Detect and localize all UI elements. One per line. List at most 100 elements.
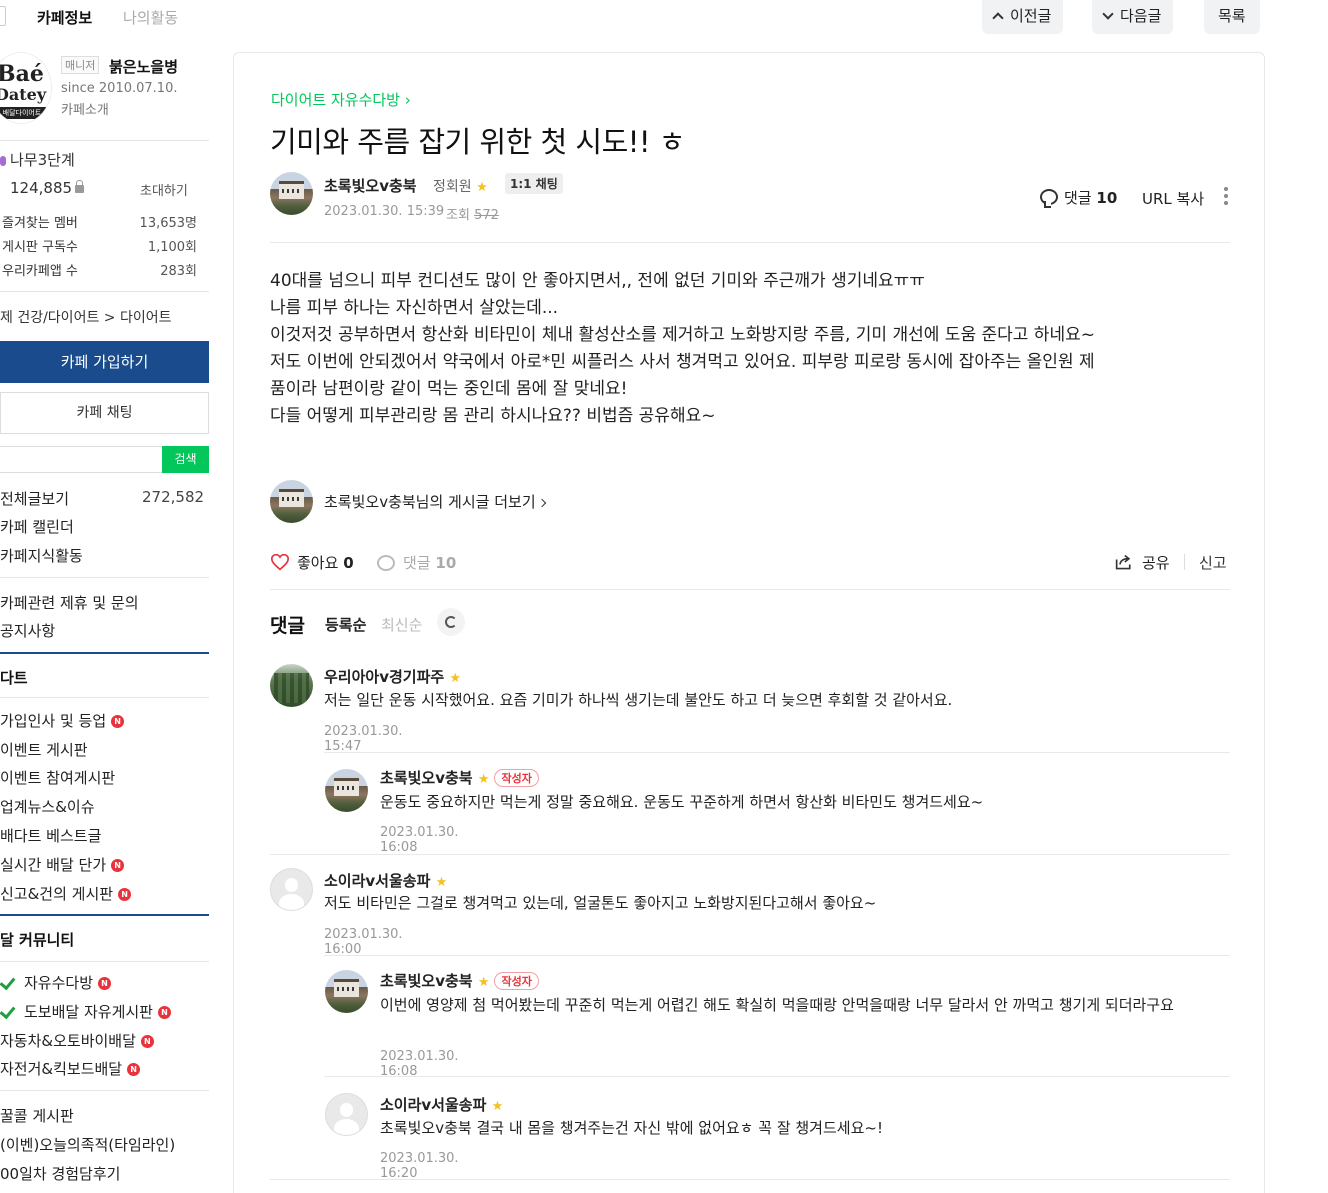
tab-cafe-info[interactable]: 카페정보 [37, 7, 92, 28]
writer-badge: 작성자 [494, 972, 539, 990]
menu-best-posts[interactable]: 배다트 베스트글 [0, 825, 101, 846]
comments-title: 댓글 [270, 615, 305, 637]
cafe-search-input[interactable] [0, 446, 163, 473]
menu-free-talk[interactable]: 자유수다방 N [0, 972, 112, 993]
divider [270, 854, 1230, 855]
cafe-since: since 2010.07.10. [61, 81, 178, 96]
one-to-one-chat-button[interactable]: 1:1 채팅 [505, 173, 563, 194]
commenter-avatar[interactable] [270, 664, 313, 707]
menu-event-board[interactable]: 이벤트 게시판 [0, 739, 88, 760]
menu-car-motorbike[interactable]: 자동차&오토바이배달 N [0, 1030, 154, 1051]
comment-text: 저는 일단 운동 시작했어요. 요즘 기미가 하나씩 생기는데 불안도 하고 더… [324, 691, 953, 709]
post-date: 2023.01.30. 15:39 [324, 204, 445, 219]
menu-knowledge[interactable]: 카페지식활동 [0, 545, 83, 566]
comment-inline-link[interactable]: 댓글 10 [377, 552, 456, 573]
cafe-search-button[interactable]: 검색 [162, 446, 209, 473]
divider [324, 752, 1230, 753]
comment-text: 운동도 중요하지만 먹는게 정말 중요해요. 운동도 꾸준하게 하면서 항산화 … [380, 793, 984, 811]
divider [270, 589, 1230, 590]
new-badge-icon: N [127, 1063, 141, 1076]
cafe-intro-link[interactable]: 카페소개 [61, 99, 109, 118]
divider [0, 291, 209, 292]
menu-walk-delivery[interactable]: 도보배달 자유게시판 N [0, 1001, 171, 1022]
author-name[interactable]: 초록빛오v충북 [324, 175, 417, 196]
divider [270, 242, 1230, 243]
comment-time: 2023.01.30. 15:47 [324, 724, 403, 754]
board-link[interactable]: 다이어트 자유수다방 › [271, 89, 411, 110]
menu-greetings[interactable]: 가입인사 및 등업 N [0, 710, 125, 731]
author-rank: 정회원 ★ [433, 179, 488, 195]
chevron-down-icon [1102, 8, 1114, 20]
manager-badge: 매니저 [61, 56, 100, 74]
comment-bubble-icon [377, 555, 395, 571]
commenter-avatar[interactable] [325, 1093, 368, 1136]
divider [0, 1090, 209, 1091]
check-icon [0, 975, 16, 989]
sort-registered[interactable]: 등록순 [325, 614, 366, 635]
list-button[interactable]: 목록 [1204, 0, 1260, 34]
author-avatar-small[interactable] [270, 480, 313, 523]
check-icon [0, 1004, 16, 1018]
menu-industry-news[interactable]: 업계뉴스&이슈 [0, 796, 95, 817]
report-button[interactable]: 신고 [1199, 552, 1227, 573]
comment-count-link[interactable]: 댓글 10 [1040, 187, 1117, 208]
menu-realtime-price[interactable]: 실시간 배달 단가 N [0, 854, 125, 875]
comment-text: 저도 비타민은 그걸로 챙겨먹고 있는데, 얼굴톤도 좋아지고 노화방지된다고해… [324, 894, 877, 912]
chevron-up-icon [992, 12, 1004, 24]
menu-bicycle-kickboard[interactable]: 자전거&킥보드배달 N [0, 1058, 141, 1079]
menu-timeline[interactable]: (이벤)오늘의족적(타임라인) [0, 1134, 175, 1155]
next-post-button[interactable]: 다음글 [1092, 0, 1174, 34]
commenter-avatar[interactable] [325, 970, 368, 1013]
star-icon: ★ [476, 180, 488, 195]
divider [1184, 554, 1185, 570]
mention[interactable]: 초록빛오v충북 [380, 1119, 472, 1137]
new-badge-icon: N [111, 715, 125, 728]
cafe-category[interactable]: 제 건강/다이어트 > 다이어트 [0, 307, 171, 327]
share-button[interactable]: 공유 [1114, 552, 1170, 573]
comment-bubble-icon [1040, 189, 1058, 208]
comment-time: 2023.01.30. 16:08 [380, 1049, 459, 1079]
menu-partnership[interactable]: 카페관련 제휴 및 문의 [0, 592, 139, 613]
commenter-nick[interactable]: 우리아아v경기파주 ★ [324, 666, 461, 687]
menu-honey-call[interactable]: 꿀콜 게시판 [0, 1105, 74, 1126]
author-avatar[interactable] [270, 172, 313, 215]
url-copy-button[interactable]: URL 복사 [1142, 188, 1204, 209]
stat-board-subscriptions: 게시판 구독수 1,100회 [2, 240, 197, 255]
commenter-nick[interactable]: 초록빛오v충북 ★ 작성자 [380, 767, 539, 788]
comment-text: 초록빛오v충북 결국 내 몸을 챙겨주는건 자신 밖에 없어요ㅎ 꼭 잘 챙겨드… [380, 1119, 883, 1137]
menu-event-participation[interactable]: 이벤트 참여게시판 [0, 767, 115, 788]
cafe-logo[interactable]: Baé Datey 배달다이어트 [0, 52, 52, 124]
section-divider [0, 914, 209, 916]
manager-name[interactable]: 붉은노을병 [109, 56, 178, 77]
cafe-chat-button[interactable]: 카페 채팅 [0, 392, 209, 434]
divider [324, 1076, 1230, 1077]
join-cafe-button[interactable]: 카페 가입하기 [0, 341, 209, 383]
stat-favorite-members: 즐겨찾는 멤버 13,653명 [2, 216, 197, 231]
tab-my-activity[interactable]: 나의활동 [123, 7, 178, 28]
article-panel: 다이어트 자유수다방 › 기미와 주름 잡기 위한 첫 시도!! ㅎ 초록빛오v… [233, 52, 1265, 1193]
commenter-nick[interactable]: 소이라v서울송파 ★ [324, 870, 447, 891]
prev-post-button[interactable]: 이전글 [982, 0, 1064, 34]
invite-link[interactable]: 초대하기 [140, 180, 188, 199]
menu-experience[interactable]: 00일차 경험담후기 [0, 1163, 120, 1184]
comment-time: 2023.01.30. 16:08 [380, 825, 459, 855]
divider [0, 961, 209, 962]
like-button[interactable]: 좋아요 0 [270, 552, 354, 573]
divider [324, 955, 1230, 956]
commenter-nick[interactable]: 소이라v서울송파 ★ [380, 1094, 503, 1115]
section-title: 다트 [0, 669, 28, 687]
more-options-icon[interactable] [1224, 187, 1228, 207]
refresh-icon[interactable] [437, 608, 465, 636]
menu-notice[interactable]: 공지사항 [0, 620, 55, 641]
commenter-avatar[interactable] [270, 868, 313, 911]
menu-report[interactable]: 신고&건의 게시판 N [0, 883, 132, 904]
post-views: 조회 572 [446, 208, 499, 223]
star-icon: ★ [449, 671, 462, 686]
menu-calendar[interactable]: 카페 캘린더 [0, 516, 74, 537]
more-posts-link[interactable]: 초록빛오v충북님의 게시글 더보기 [324, 491, 546, 512]
post-body: 40대를 넘으니 피부 컨디션도 많이 안 좋아지면서,, 전에 없던 기미와 … [270, 271, 1095, 426]
sort-latest[interactable]: 최신순 [381, 614, 422, 635]
menu-all-posts[interactable]: 전체글보기 272,582 [0, 488, 204, 509]
commenter-nick[interactable]: 초록빛오v충북 ★ 작성자 [380, 970, 539, 991]
commenter-avatar[interactable] [325, 769, 368, 812]
